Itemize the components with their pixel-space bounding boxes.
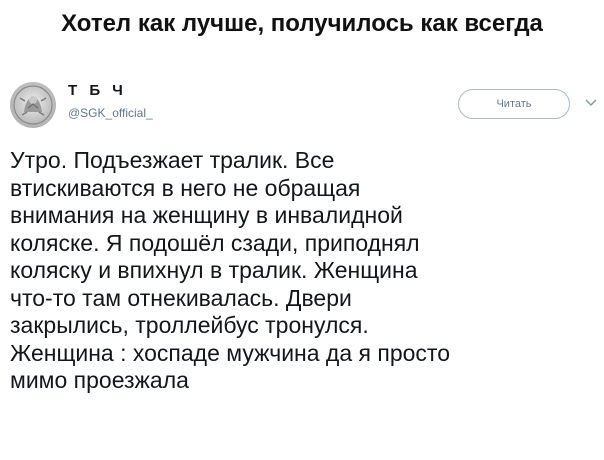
avatar[interactable] [10, 82, 56, 128]
tweet-text: Утро. Подъезжает тралик. Все втискиваютс… [10, 147, 450, 393]
author-name[interactable]: Т Б Ч [68, 82, 127, 99]
tweet-card: Т Б Ч @SGK_official_ Читать Утро. Подъез… [0, 72, 604, 460]
follow-button[interactable]: Читать [458, 89, 570, 119]
author-handle[interactable]: @SGK_official_ [68, 106, 153, 120]
meme-caption: Хотел как лучше, получилось как всегда [61, 10, 543, 37]
chevron-down-icon[interactable] [584, 96, 598, 110]
avatar-emblem-icon [10, 82, 56, 128]
